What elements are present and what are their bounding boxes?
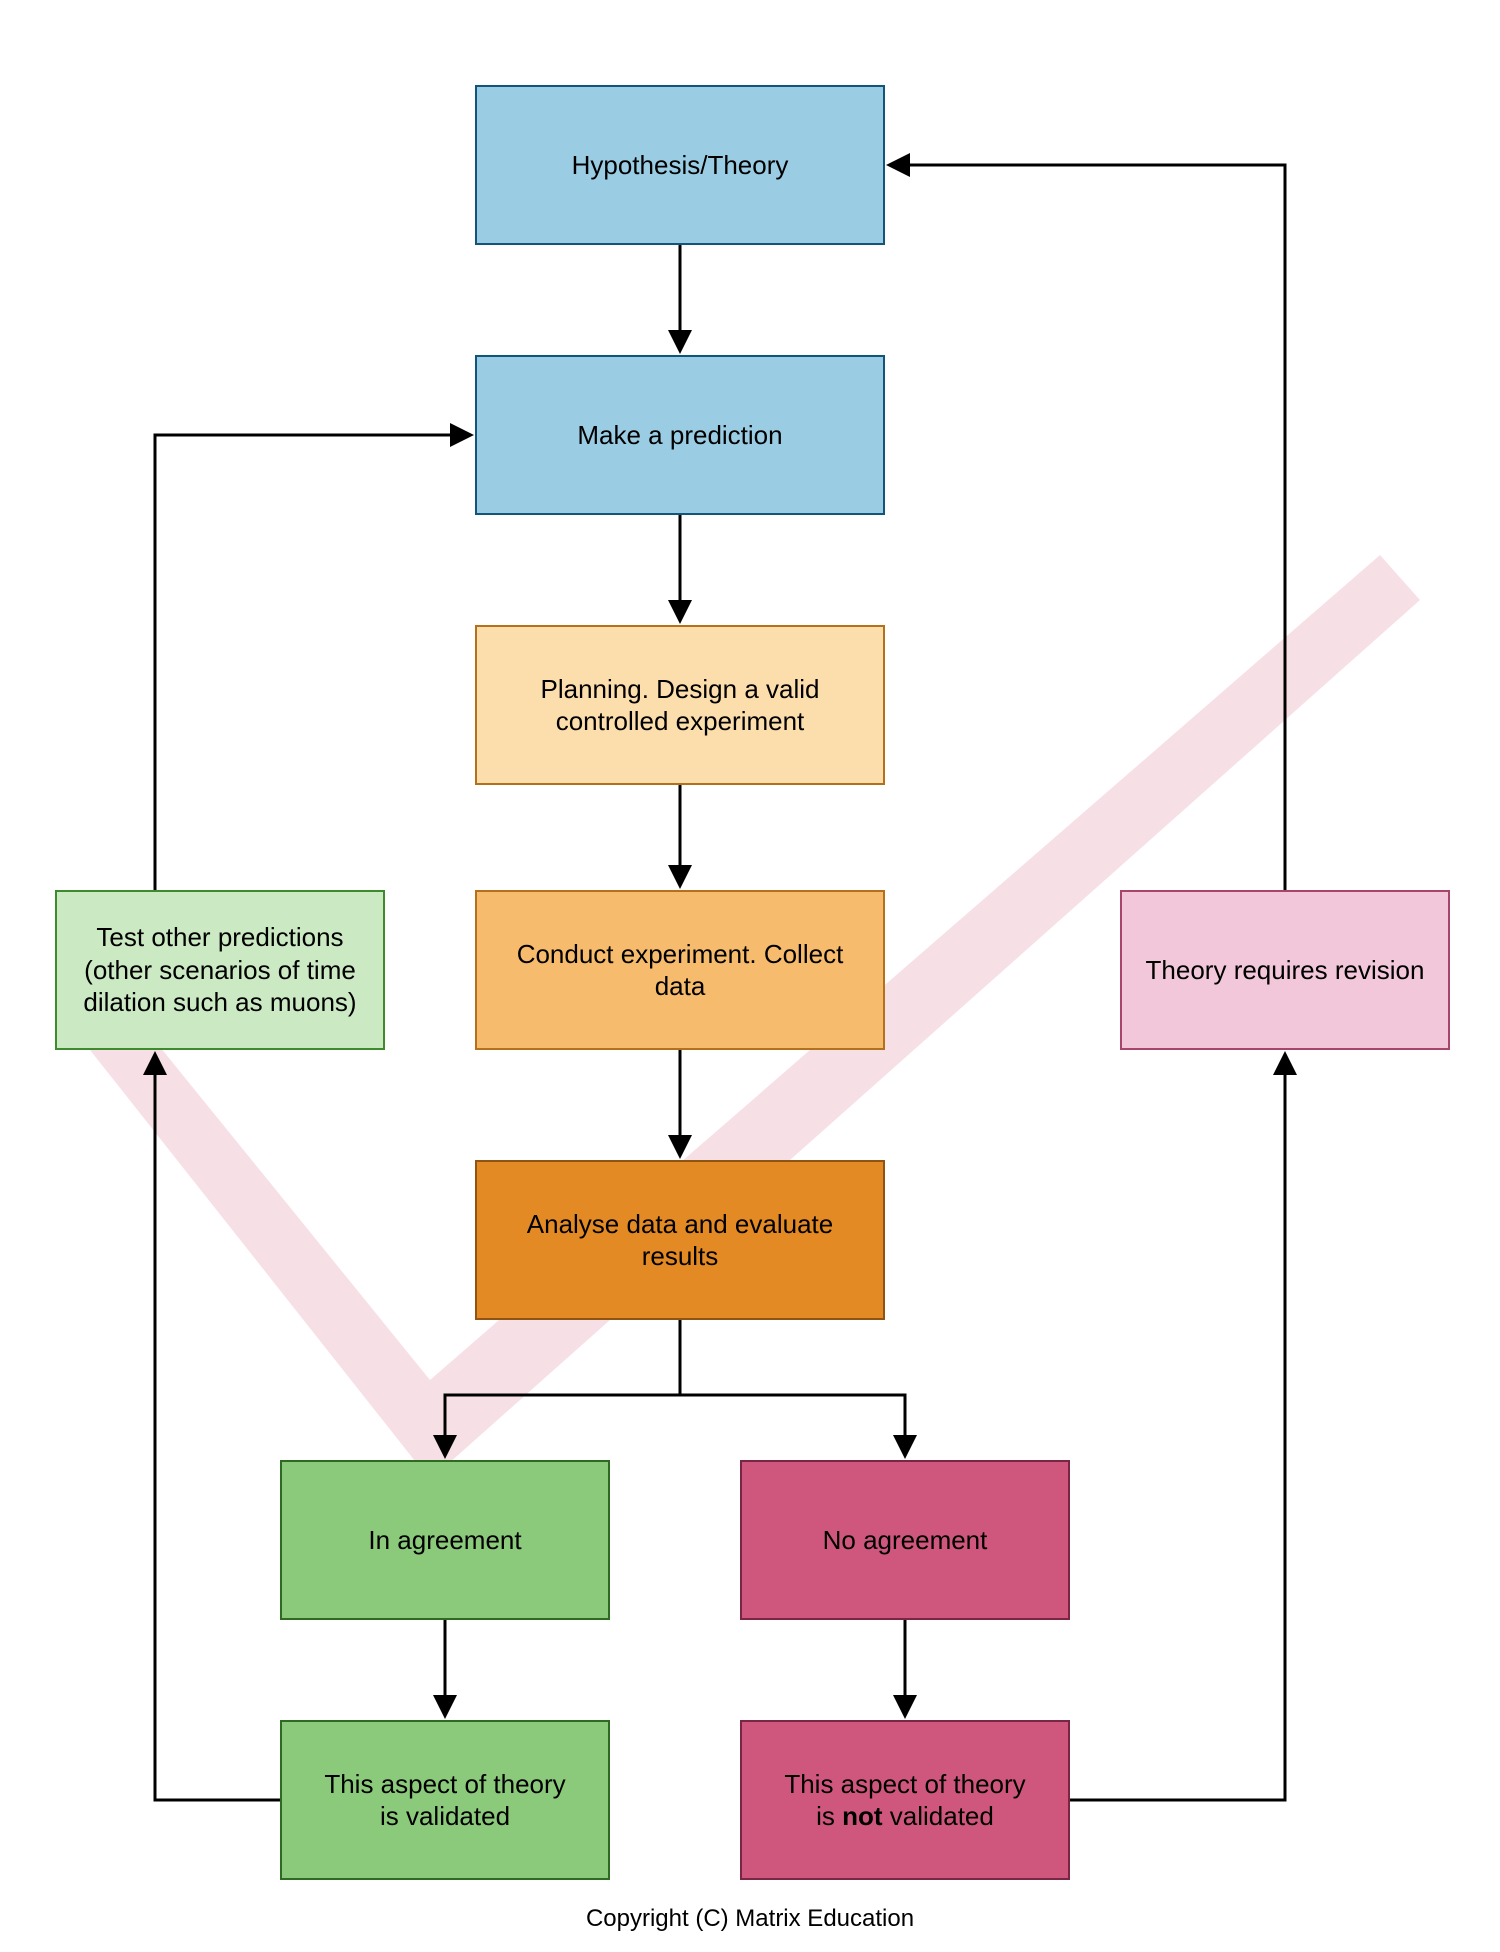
node-label: Theory requires revision [1146,954,1425,987]
node-label: This aspect of theory is validated [324,1768,565,1833]
node-no-agreement: No agreement [740,1460,1070,1620]
flowchart-canvas: Hypothesis/Theory Make a prediction Plan… [0,0,1500,1952]
node-label: In agreement [368,1524,521,1557]
node-analyse: Analyse data and evaluate results [475,1160,885,1320]
node-label: Test other predictions (other scenarios … [71,921,369,1019]
node-planning: Planning. Design a valid controlled expe… [475,625,885,785]
node-label: No agreement [823,1524,988,1557]
node-label: Analyse data and evaluate results [491,1208,869,1273]
node-label: Planning. Design a valid controlled expe… [491,673,869,738]
node-prediction: Make a prediction [475,355,885,515]
node-not-validated: This aspect of theory is not validated [740,1720,1070,1880]
node-validated: This aspect of theory is validated [280,1720,610,1880]
node-revision: Theory requires revision [1120,890,1450,1050]
node-label: Conduct experiment. Collect data [491,938,869,1003]
node-label: Make a prediction [577,419,782,452]
node-in-agreement: In agreement [280,1460,610,1620]
copyright-text: Copyright (C) Matrix Education [0,1905,1500,1933]
node-conduct: Conduct experiment. Collect data [475,890,885,1050]
node-test-other: Test other predictions (other scenarios … [55,890,385,1050]
node-label: This aspect of theory is not validated [784,1768,1025,1833]
node-label: Hypothesis/Theory [572,149,789,182]
node-hypothesis: Hypothesis/Theory [475,85,885,245]
